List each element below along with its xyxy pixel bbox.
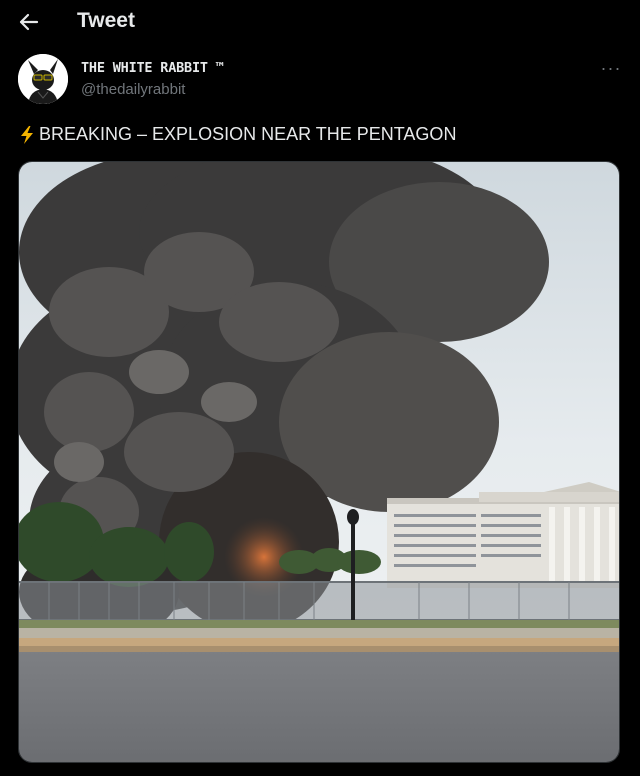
- tweet-body: BREAKING – EXPLOSION NEAR THE PENTAGON: [39, 124, 457, 144]
- author-handle[interactable]: @thedailyrabbit: [81, 81, 185, 98]
- tweet-text: BREAKING – EXPLOSION NEAR THE PENTAGON: [18, 124, 456, 145]
- back-button[interactable]: [14, 7, 44, 37]
- lightning-bolt-icon: [21, 125, 33, 144]
- page-title: Tweet: [77, 9, 135, 32]
- more-button[interactable]: ···: [596, 58, 626, 78]
- arrow-left-icon: [19, 13, 39, 31]
- more-dots-icon: ···: [600, 57, 622, 78]
- rabbit-avatar-icon: [18, 54, 68, 104]
- avatar[interactable]: [18, 54, 68, 104]
- top-bar: Tweet: [0, 0, 640, 46]
- tweet-photo[interactable]: [18, 161, 620, 763]
- author-name[interactable]: THE WHITE RABBIT ™: [81, 60, 224, 76]
- explosion-photo: [19, 162, 619, 762]
